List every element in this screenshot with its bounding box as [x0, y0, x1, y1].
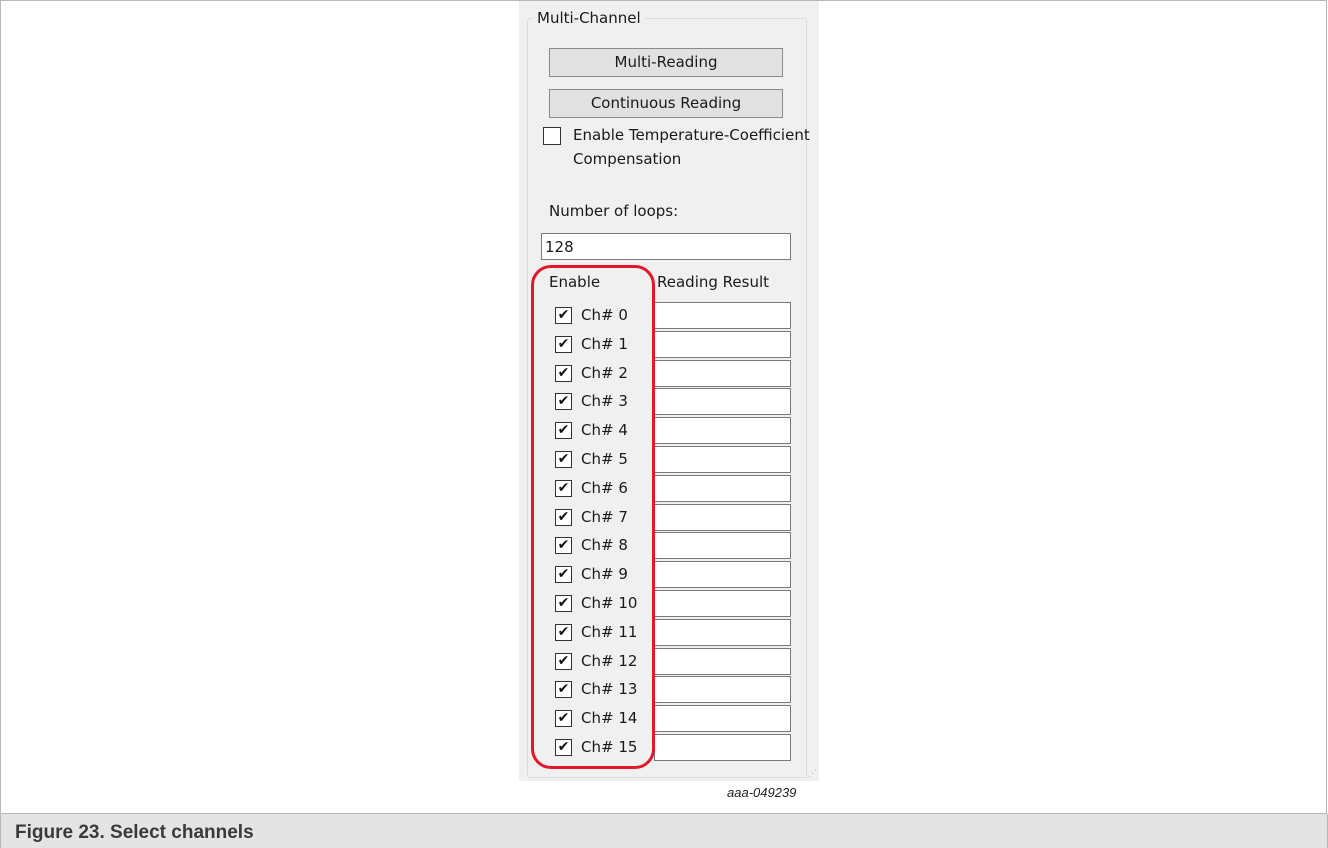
- number-of-loops-input[interactable]: [541, 233, 791, 260]
- channel-row: ✔ Ch# 10: [519, 589, 819, 618]
- figure-caption: Figure 23. Select channels: [15, 822, 254, 843]
- channel-row: ✔ Ch# 8: [519, 531, 819, 560]
- channel-enable-checkbox[interactable]: ✔: [555, 393, 572, 411]
- checkmark-icon: ✔: [557, 623, 570, 640]
- groupbox-title: Multi-Channel: [533, 7, 645, 29]
- channel-label: Ch# 1: [581, 334, 628, 353]
- channel-label: Ch# 13: [581, 680, 638, 699]
- channel-label: Ch# 10: [581, 594, 638, 612]
- checkmark-icon: ✔: [557, 681, 570, 698]
- channel-enable-checkbox[interactable]: ✔: [555, 364, 572, 382]
- checkmark-icon: ✔: [557, 393, 570, 410]
- channel-reading-result-field[interactable]: [654, 618, 791, 646]
- channel-label: Ch# 9: [581, 565, 628, 584]
- channel-row: ✔ Ch# 12: [519, 647, 819, 676]
- channel-label: Ch# 5: [581, 450, 628, 468]
- channel-reading-result-field[interactable]: [654, 676, 791, 704]
- channel-reading-result-field[interactable]: [654, 561, 791, 589]
- channel-row: ✔ Ch# 3: [519, 387, 819, 416]
- channel-reading-result-field[interactable]: [654, 417, 791, 445]
- channel-enable-checkbox[interactable]: ✔: [555, 710, 572, 728]
- channel-label: Ch# 6: [581, 478, 628, 497]
- continuous-reading-button[interactable]: Continuous Reading: [549, 89, 783, 118]
- channel-row: ✔ Ch# 2: [519, 359, 819, 388]
- channel-label: Ch# 2: [581, 363, 628, 382]
- channel-row: ✔ Ch# 1: [519, 330, 819, 359]
- channel-enable-checkbox[interactable]: ✔: [555, 623, 572, 641]
- checkmark-icon: ✔: [557, 537, 570, 554]
- channel-row: ✔ Ch# 5: [519, 445, 819, 474]
- checkmark-icon: ✔: [557, 451, 570, 467]
- channel-label: Ch# 8: [581, 536, 628, 555]
- checkmark-icon: ✔: [557, 652, 570, 669]
- channel-enable-checkbox[interactable]: ✔: [555, 451, 572, 468]
- channel-enable-checkbox[interactable]: ✔: [555, 508, 572, 526]
- channel-row: ✔ Ch# 15: [519, 733, 819, 762]
- channel-label: Ch# 4: [581, 421, 628, 440]
- checkmark-icon: ✔: [557, 479, 570, 496]
- channel-label: Ch# 15: [581, 738, 638, 756]
- channel-row: ✔ Ch# 14: [519, 704, 819, 733]
- checkmark-icon: ✔: [557, 710, 570, 727]
- temperature-compensation-label: Enable Temperature-Coefficient Compensat…: [573, 126, 810, 168]
- checkmark-icon: ✔: [557, 422, 570, 439]
- channel-label: Ch# 11: [581, 622, 638, 641]
- channel-label: Ch# 3: [581, 392, 628, 411]
- channel-reading-result-field[interactable]: [654, 590, 791, 617]
- temperature-compensation-checkbox[interactable]: [543, 127, 561, 145]
- channel-row: ✔ Ch# 9: [519, 560, 819, 589]
- channel-reading-result-field[interactable]: [654, 647, 791, 675]
- channel-row: ✔ Ch# 7: [519, 503, 819, 532]
- channel-label: Ch# 7: [581, 507, 628, 526]
- checkmark-icon: ✔: [557, 508, 570, 525]
- channel-row: ✔ Ch# 0: [519, 301, 819, 330]
- channel-reading-result-field[interactable]: [654, 359, 791, 387]
- resize-gripper-icon: ⋰: [808, 769, 817, 779]
- channel-enable-checkbox[interactable]: ✔: [555, 652, 572, 670]
- channel-row: ✔ Ch# 4: [519, 416, 819, 445]
- channel-enable-checkbox[interactable]: ✔: [555, 335, 572, 353]
- channel-reading-result-field[interactable]: [654, 734, 791, 761]
- channel-enable-checkbox[interactable]: ✔: [555, 739, 572, 756]
- channel-label: Ch# 0: [581, 306, 628, 324]
- channel-enable-checkbox[interactable]: ✔: [555, 307, 572, 324]
- multi-reading-button[interactable]: Multi-Reading: [549, 48, 783, 77]
- channel-reading-result-field[interactable]: [654, 705, 791, 733]
- checkmark-icon: ✔: [557, 595, 570, 611]
- number-of-loops-label: Number of loops:: [549, 202, 679, 220]
- figure-id: aaa-049239: [727, 785, 797, 800]
- checkmark-icon: ✔: [557, 364, 570, 381]
- checkmark-icon: ✔: [557, 566, 570, 583]
- channel-row: ✔ Ch# 13: [519, 675, 819, 704]
- channel-reading-result-field[interactable]: [654, 532, 791, 560]
- channel-enable-checkbox[interactable]: ✔: [555, 681, 572, 699]
- channel-enable-checkbox[interactable]: ✔: [555, 537, 572, 555]
- channel-reading-result-field[interactable]: [654, 302, 791, 329]
- channel-row: ✔ Ch# 11: [519, 618, 819, 647]
- channel-reading-result-field[interactable]: [654, 503, 791, 531]
- channel-label: Ch# 12: [581, 651, 638, 670]
- enable-column-header: Enable: [549, 273, 601, 291]
- channel-enable-checkbox[interactable]: ✔: [555, 566, 572, 584]
- channel-row: ✔ Ch# 6: [519, 474, 819, 503]
- channel-enable-checkbox[interactable]: ✔: [555, 595, 572, 612]
- channel-enable-checkbox[interactable]: ✔: [555, 422, 572, 440]
- reading-result-column-header: Reading Result: [657, 273, 770, 291]
- channel-enable-checkbox[interactable]: ✔: [555, 479, 572, 497]
- checkmark-icon: ✔: [557, 335, 570, 352]
- channel-reading-result-field[interactable]: [654, 388, 791, 416]
- channel-label: Ch# 14: [581, 709, 638, 728]
- checkmark-icon: ✔: [557, 739, 570, 755]
- channel-reading-result-field[interactable]: [654, 330, 791, 358]
- channel-reading-result-field[interactable]: [654, 474, 791, 502]
- channel-reading-result-field[interactable]: [654, 446, 791, 473]
- figure-frame: Multi-Channel Multi-Reading Continuous R…: [0, 0, 1327, 814]
- caption-bar: Figure 23. Select channels: [0, 814, 1328, 848]
- multi-channel-panel: Multi-Channel Multi-Reading Continuous R…: [519, 1, 819, 781]
- checkmark-icon: ✔: [557, 307, 570, 323]
